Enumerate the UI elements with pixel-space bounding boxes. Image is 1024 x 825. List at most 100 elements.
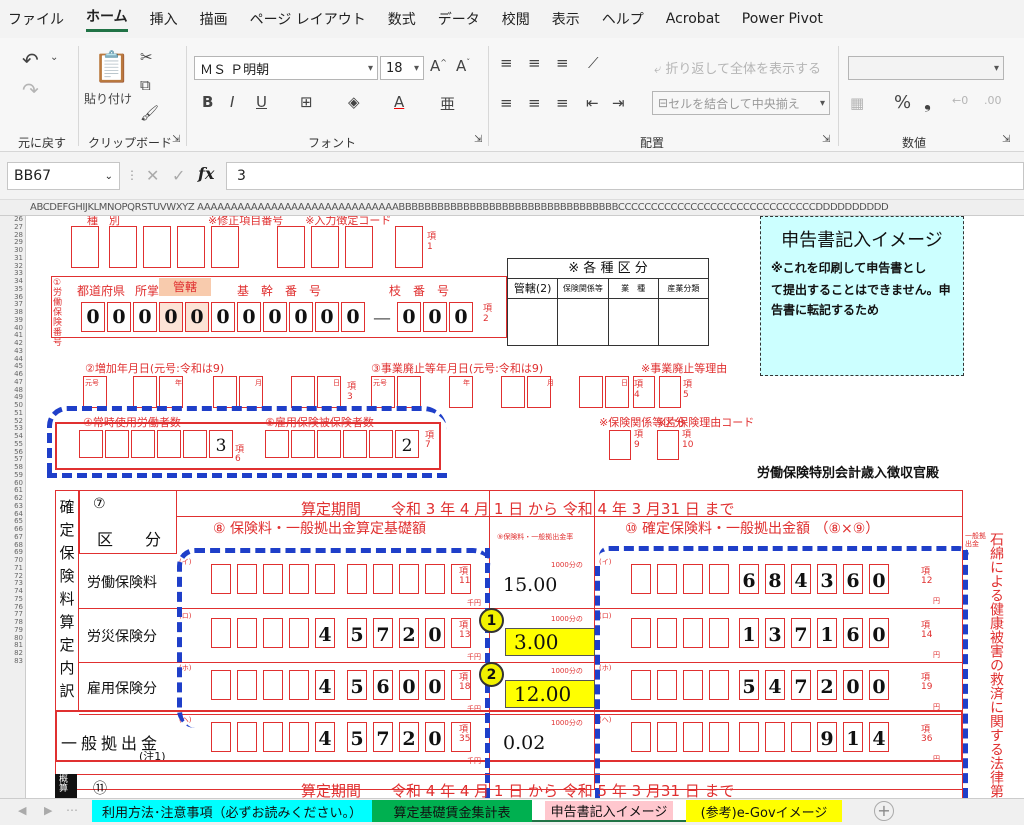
form-box[interactable] [71, 226, 99, 268]
sheet-tab[interactable]: 申告書記入イメージ [532, 800, 686, 822]
form-box[interactable] [177, 226, 205, 268]
border-icon[interactable]: ⊞ [300, 93, 313, 111]
category-cell[interactable] [609, 299, 659, 345]
align-center-icon[interactable]: ≡ [528, 94, 541, 112]
merge-center-button[interactable]: ⊟ セルを結合して中央揃え ▾ [652, 91, 830, 115]
number-digit-box[interactable]: 0 [211, 302, 235, 332]
undo-dropdown-icon[interactable]: ⌄ [50, 52, 58, 63]
paste-button[interactable]: 貼り付け [84, 90, 132, 107]
decrease-decimal-icon[interactable]: .00 [984, 94, 1002, 107]
fill-color-icon[interactable]: ◈ [348, 93, 360, 111]
amount-digit-cell[interactable] [631, 670, 651, 700]
number-digit-box[interactable]: 0 [185, 302, 209, 332]
menu-item[interactable]: 描画 [200, 9, 228, 29]
percent-icon[interactable]: % [894, 92, 911, 113]
amount-digit-cell[interactable]: 4 [765, 670, 785, 700]
wrap-text-button[interactable]: ⤶ 折り返して全体を表示する [654, 58, 821, 77]
workers-digit-box[interactable] [105, 430, 129, 458]
amount-digit-cell[interactable] [683, 564, 703, 594]
amount-digit-cell[interactable]: 7 [791, 618, 811, 648]
align-top-icon[interactable]: ≡ [500, 54, 513, 72]
number-format-combo[interactable]: ▾ [848, 56, 1004, 80]
amount-digit-cell[interactable] [631, 564, 651, 594]
category-cell[interactable] [508, 299, 559, 345]
amount-digit-cell[interactable]: 7 [791, 670, 811, 700]
accounting-format-icon[interactable]: ▦ [850, 94, 864, 112]
menu-item[interactable]: 校閲 [502, 9, 530, 29]
workers-digit-box[interactable] [131, 430, 155, 458]
amount-digit-cell[interactable]: 3 [765, 618, 785, 648]
comma-icon[interactable]: ❟ [924, 92, 931, 113]
menu-item[interactable]: ファイル [8, 9, 64, 29]
amount-digit-cell[interactable] [709, 564, 729, 594]
number-digit-box[interactable]: 0 [237, 302, 261, 332]
align-middle-icon[interactable]: ≡ [528, 54, 541, 72]
cut-icon[interactable]: ✂ [140, 48, 153, 66]
next-sheet-icon[interactable]: ▶ [44, 804, 52, 817]
insured-digit-box[interactable] [265, 430, 289, 458]
amount-digit-cell[interactable]: 0 [869, 564, 889, 594]
insured-digit-box[interactable] [317, 430, 341, 458]
italic-icon[interactable]: I [230, 93, 234, 111]
date-box[interactable] [291, 376, 315, 408]
amount-digit-cell[interactable]: 0 [869, 618, 889, 648]
undo-icon[interactable]: ↶ [22, 48, 39, 72]
form-box[interactable] [609, 430, 631, 460]
number-digit-box[interactable]: 0 [341, 302, 365, 332]
menu-item[interactable]: 挿入 [150, 9, 178, 29]
align-right-icon[interactable]: ≡ [556, 94, 569, 112]
date-box[interactable] [579, 376, 603, 408]
enter-icon[interactable]: ✓ [172, 166, 185, 185]
amount-digit-cell[interactable] [657, 564, 677, 594]
underline-icon[interactable]: U [256, 93, 267, 111]
amount-digit-cell[interactable]: 4 [791, 564, 811, 594]
grow-font-icon[interactable]: A^ [430, 57, 447, 75]
paste-icon[interactable]: 📋 [93, 50, 130, 85]
row-header[interactable]: 26 27 28 29 30 31 32 33 34 35 36 37 38 39 40 41 42 43 44 45… [0, 216, 26, 798]
alignment-launcher-icon[interactable]: ⇲ [822, 134, 830, 145]
menu-item[interactable]: データ [438, 9, 480, 29]
worksheet[interactable]: 種 別 ※修正項目番号 ※入力徴定コード 項1 ①労働保険番号 都道府県 所掌 … [27, 216, 1024, 798]
amount-digit-cell[interactable]: 3 [817, 564, 837, 594]
menu-item[interactable]: Acrobat [666, 11, 720, 27]
font-name-combo[interactable]: ＭＳ Ｐ明朝 ▾ [194, 56, 378, 80]
amount-digit-cell[interactable]: 0 [869, 670, 889, 700]
menu-item[interactable]: ヘルプ [602, 9, 644, 29]
amount-digit-cell[interactable]: 2 [817, 670, 837, 700]
amount-digit-cell[interactable]: 8 [765, 564, 785, 594]
amount-digit-cell[interactable] [709, 618, 729, 648]
copy-icon[interactable]: ⧉ [140, 76, 151, 94]
clipboard-launcher-icon[interactable]: ⇲ [172, 134, 180, 145]
font-color-icon[interactable]: A [394, 93, 404, 111]
amount-digit-cell[interactable]: 0 [843, 670, 863, 700]
name-box[interactable]: BB67 ⌄ [7, 162, 120, 190]
rate-value[interactable]: 3.00 [505, 628, 595, 656]
amount-digit-cell[interactable] [709, 670, 729, 700]
insured-digit-box[interactable]: 2 [395, 430, 419, 458]
form-box[interactable] [211, 226, 239, 268]
amount-digit-cell[interactable]: 1 [739, 618, 759, 648]
insured-digit-box[interactable] [343, 430, 367, 458]
number-digit-box[interactable]: 0 [81, 302, 105, 332]
align-bottom-icon[interactable]: ≡ [556, 54, 569, 72]
number-digit-box[interactable]: 0 [423, 302, 447, 332]
amount-digit-cell[interactable]: 5 [739, 670, 759, 700]
rate-value[interactable]: 15.00 [503, 574, 557, 596]
formula-input[interactable]: 3 [226, 162, 1024, 190]
workers-digit-box[interactable] [79, 430, 103, 458]
menu-item[interactable]: 数式 [388, 9, 416, 29]
amount-digit-cell[interactable] [631, 618, 651, 648]
sheet-tab[interactable]: 算定基礎賃金集計表 [372, 800, 532, 822]
number-digit-box[interactable]: 0 [315, 302, 339, 332]
form-box[interactable] [657, 430, 679, 460]
amount-digit-cell[interactable] [683, 670, 703, 700]
form-box[interactable] [345, 226, 373, 268]
menu-item[interactable]: Power Pivot [742, 11, 823, 27]
number-digit-box[interactable]: 0 [159, 302, 183, 332]
number-launcher-icon[interactable]: ⇲ [1002, 134, 1010, 145]
redo-icon[interactable]: ↷ [22, 78, 39, 102]
amount-digit-cell[interactable] [657, 670, 677, 700]
format-painter-icon[interactable]: 🖌 [140, 104, 159, 122]
amount-digit-cell[interactable] [683, 618, 703, 648]
number-digit-box[interactable]: 0 [133, 302, 157, 332]
